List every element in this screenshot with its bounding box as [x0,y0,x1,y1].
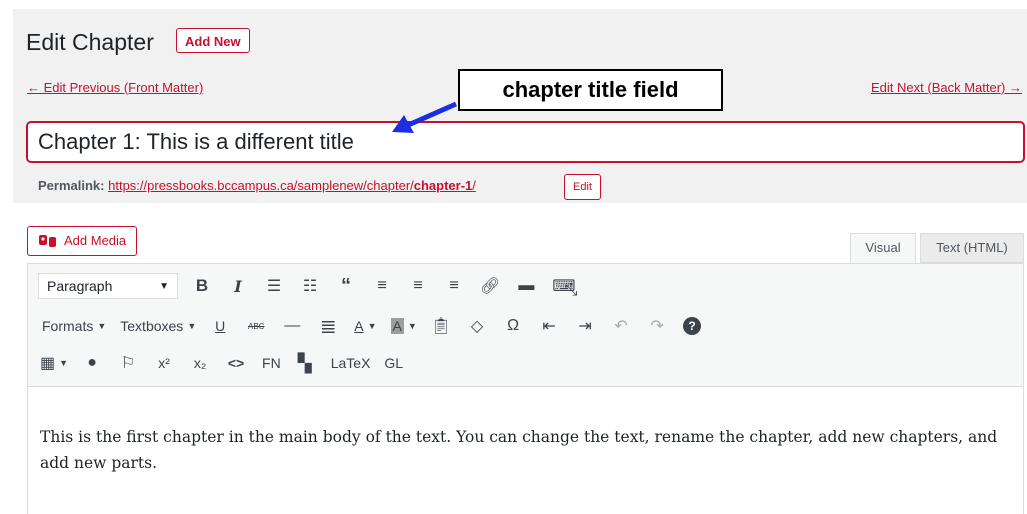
tab-text-html[interactable]: Text (HTML) [920,233,1024,263]
background-color-button[interactable]: A ▼ [390,318,417,334]
color-palette-icon[interactable]: ● [82,350,102,376]
chevron-down-icon: ▼ [59,358,69,368]
bold-icon[interactable]: B [192,273,212,299]
toolbar-row-3: ▦ ▼ ● ⚐ x² x₂ <> FN ▚ LaTeX GL [40,348,417,378]
add-media-button[interactable]: Add Media [27,226,138,256]
permalink-label: Permalink: [38,178,105,193]
formats-dropdown[interactable]: Formats ▼ [42,318,106,334]
special-character-icon[interactable]: Ω [503,313,523,339]
annotation-arrow-icon [392,101,458,133]
read-more-icon[interactable]: ▬ [516,273,536,299]
format-select-value: Paragraph [47,278,113,294]
format-select[interactable]: Paragraph ▼ [38,273,178,299]
add-media-label: Add Media [64,233,127,248]
text-color-icon: A [354,318,364,334]
underline-icon[interactable]: U [210,313,230,339]
outdent-icon[interactable]: ⇤ [539,313,559,339]
glossary-button[interactable]: GL [384,355,403,371]
strikethrough-icon[interactable]: ABC [246,313,266,339]
permalink-url[interactable]: https://pressbooks.bccampus.ca/samplenew… [108,178,476,193]
superscript-icon[interactable]: x² [154,350,174,376]
blockquote-icon[interactable]: “ [336,273,356,299]
editor-content-text[interactable]: This is the first chapter in the main bo… [40,424,1000,476]
media-icon [39,235,56,247]
permalink-url-prefix: https://pressbooks.bccampus.ca/samplenew… [108,178,414,193]
bullet-list-icon[interactable]: ☰ [264,273,284,299]
align-center-icon[interactable]: ≡ [408,273,428,299]
chevron-down-icon: ▼ [367,321,377,331]
redo-icon[interactable]: ↷ [647,313,667,339]
italic-icon[interactable]: I [228,273,248,299]
formats-label: Formats [42,318,94,334]
indent-icon[interactable]: ⇥ [575,313,595,339]
table-dropdown[interactable]: ▦ ▼ [40,353,68,373]
paste-as-text-icon[interactable]: 📋︎ [431,313,451,339]
subscript-icon[interactable]: x₂ [190,350,210,376]
undo-icon[interactable]: ↶ [611,313,631,339]
numbered-list-icon[interactable]: ☷ [300,273,320,299]
chevron-down-icon: ▼ [187,321,197,331]
latex-button[interactable]: LaTeX [331,355,371,371]
permalink-slug: chapter-1 [413,178,473,193]
background-color-icon: A [390,318,404,334]
horizontal-line-icon[interactable]: — [282,313,302,339]
bookmark-icon[interactable]: ⚐ [118,350,138,376]
code-icon[interactable]: <> [226,350,246,376]
text-color-button[interactable]: A ▼ [354,318,376,334]
chapter-title-input[interactable]: Chapter 1: This is a different title [26,121,1025,163]
page-title: Edit Chapter [26,29,154,55]
add-new-button[interactable]: Add New [176,28,250,53]
editor-toolbar: Paragraph ▼ B I ☰ ☷ “ ≡ ≡ ≡ 🔗︎ ▬ ⌨ ⤡ For… [27,263,1024,387]
fullscreen-icon[interactable]: ⤡ [565,282,578,300]
edit-previous-link[interactable]: ← Edit Previous (Front Matter) [27,80,203,95]
annotation-callout: chapter title field [458,69,723,111]
permalink-url-suffix: / [472,178,476,193]
tab-visual[interactable]: Visual [850,233,916,263]
chevron-down-icon: ▼ [97,321,107,331]
chevron-down-icon: ▼ [159,280,169,292]
align-right-icon[interactable]: ≡ [444,273,464,299]
permalink-row: Permalink: https://pressbooks.bccampus.c… [38,178,476,194]
footnote-button[interactable]: FN [262,355,281,371]
toolbar-row-1: Paragraph ▼ B I ☰ ☷ “ ≡ ≡ ≡ 🔗︎ ▬ ⌨ ⤡ [38,271,591,301]
align-justify-icon[interactable]: ≣ [318,313,338,339]
link-icon[interactable]: 🔗︎ [480,273,500,299]
blocks-icon[interactable]: ▚ [295,350,315,376]
toolbar-row-2: Formats ▼ Textboxes ▼ U ABC — ≣ A ▼ A ▼ 📋︎ ◇… [42,311,717,341]
clear-formatting-icon[interactable]: ◇ [467,313,487,339]
edit-next-link[interactable]: Edit Next (Back Matter) → [871,80,1022,95]
textboxes-dropdown[interactable]: Textboxes ▼ [120,318,196,334]
chevron-down-icon: ▼ [407,321,417,331]
textboxes-label: Textboxes [120,318,184,334]
align-left-icon[interactable]: ≡ [372,273,392,299]
help-icon[interactable]: ? [683,317,702,335]
permalink-edit-button[interactable]: Edit [564,174,601,200]
table-icon: ▦ [40,355,56,372]
